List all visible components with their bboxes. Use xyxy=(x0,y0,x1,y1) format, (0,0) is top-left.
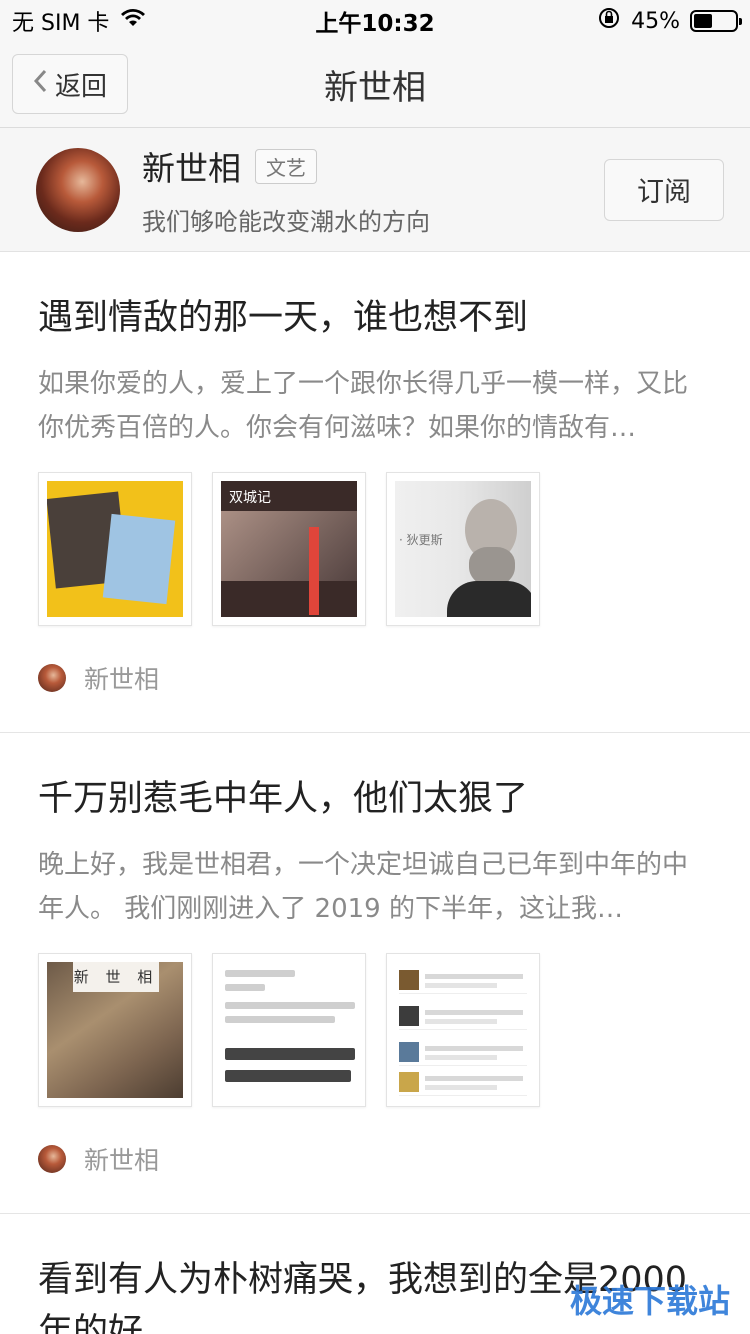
poster-image: 双城记 xyxy=(221,481,357,617)
thumbnail-image[interactable]: 双城记 xyxy=(212,472,366,626)
rotation-lock-icon xyxy=(597,6,621,36)
article-item[interactable]: 千万别惹毛中年人，他们太狠了 晚上好，我是世相君，一个决定坦诚自己已年到中年的中… xyxy=(0,733,750,1214)
author-avatar xyxy=(38,664,66,692)
status-bar: 无 SIM 卡 上午10:32 45% xyxy=(0,0,750,42)
back-button-label: 返回 xyxy=(54,71,107,102)
list-screenshot-image xyxy=(395,962,531,1098)
status-right: 45% xyxy=(597,6,742,36)
channel-info: 新世相 文艺 我们够呛能改变潮水的方向 xyxy=(142,142,604,237)
battery-level xyxy=(694,14,712,28)
channel-description: 我们够呛能改变潮水的方向 xyxy=(142,208,430,236)
author-name: 新世相 xyxy=(84,1146,160,1175)
watermark-text: 极速下载站 xyxy=(569,1282,730,1320)
battery-icon xyxy=(690,10,742,32)
portrait-image: · 狄更斯 xyxy=(395,481,531,617)
author-row: 新世相 xyxy=(38,1141,712,1177)
author-name: 新世相 xyxy=(84,665,160,694)
article-thumbnails: 新 世 相 xyxy=(38,953,712,1107)
author-row: 新世相 xyxy=(38,660,712,696)
channel-header: 新世相 文艺 我们够呛能改变潮水的方向 订阅 xyxy=(0,128,750,252)
author-avatar xyxy=(38,1145,66,1173)
article-title[interactable]: 千万别惹毛中年人，他们太狠了 xyxy=(38,773,712,825)
book-cover-image xyxy=(47,481,183,617)
article-thumbnails: 双城记 · 狄更斯 xyxy=(38,472,712,626)
stone-image-label: 新 世 相 xyxy=(73,962,159,992)
article-summary: 如果你爱的人，爱上了一个跟你长得几乎一模一样，又比你优秀百倍的人。你会有何滋味？… xyxy=(38,369,689,443)
subscribe-button[interactable]: 订阅 xyxy=(604,158,724,221)
article-title[interactable]: 遇到情敌的那一天，谁也想不到 xyxy=(38,292,712,344)
channel-avatar[interactable] xyxy=(36,147,120,232)
back-button[interactable]: 返回 xyxy=(12,54,128,114)
portrait-text: · 狄更斯 xyxy=(399,533,443,547)
nav-bar: 返回 新世相 xyxy=(0,42,750,128)
thumbnail-image[interactable] xyxy=(38,472,192,626)
thumbnail-image[interactable]: 新 世 相 xyxy=(38,953,192,1107)
article-summary: 晚上好，我是世相君，一个决定坦诚自己已年到中年的中年人。 我们刚刚进入了 201… xyxy=(38,850,689,924)
status-left: 无 SIM 卡 xyxy=(12,5,147,37)
stone-wall-image: 新 世 相 xyxy=(47,962,183,1098)
poster-text: 双城记 xyxy=(229,490,271,506)
channel-name-row: 新世相 文艺 xyxy=(142,142,604,190)
chevron-left-icon xyxy=(33,69,47,100)
thumbnail-image[interactable] xyxy=(212,953,366,1107)
wifi-icon xyxy=(119,8,147,34)
channel-tag: 文艺 xyxy=(255,148,317,184)
thumbnail-image[interactable]: · 狄更斯 xyxy=(386,472,540,626)
channel-name: 新世相 xyxy=(142,149,241,188)
chat-screenshot-image xyxy=(221,962,357,1098)
article-item[interactable]: 遇到情敌的那一天，谁也想不到 如果你爱的人，爱上了一个跟你长得几乎一模一样，又比… xyxy=(0,252,750,733)
thumbnail-image[interactable] xyxy=(386,953,540,1107)
carrier-label: 无 SIM 卡 xyxy=(12,11,110,36)
battery-percent: 45% xyxy=(631,8,680,34)
